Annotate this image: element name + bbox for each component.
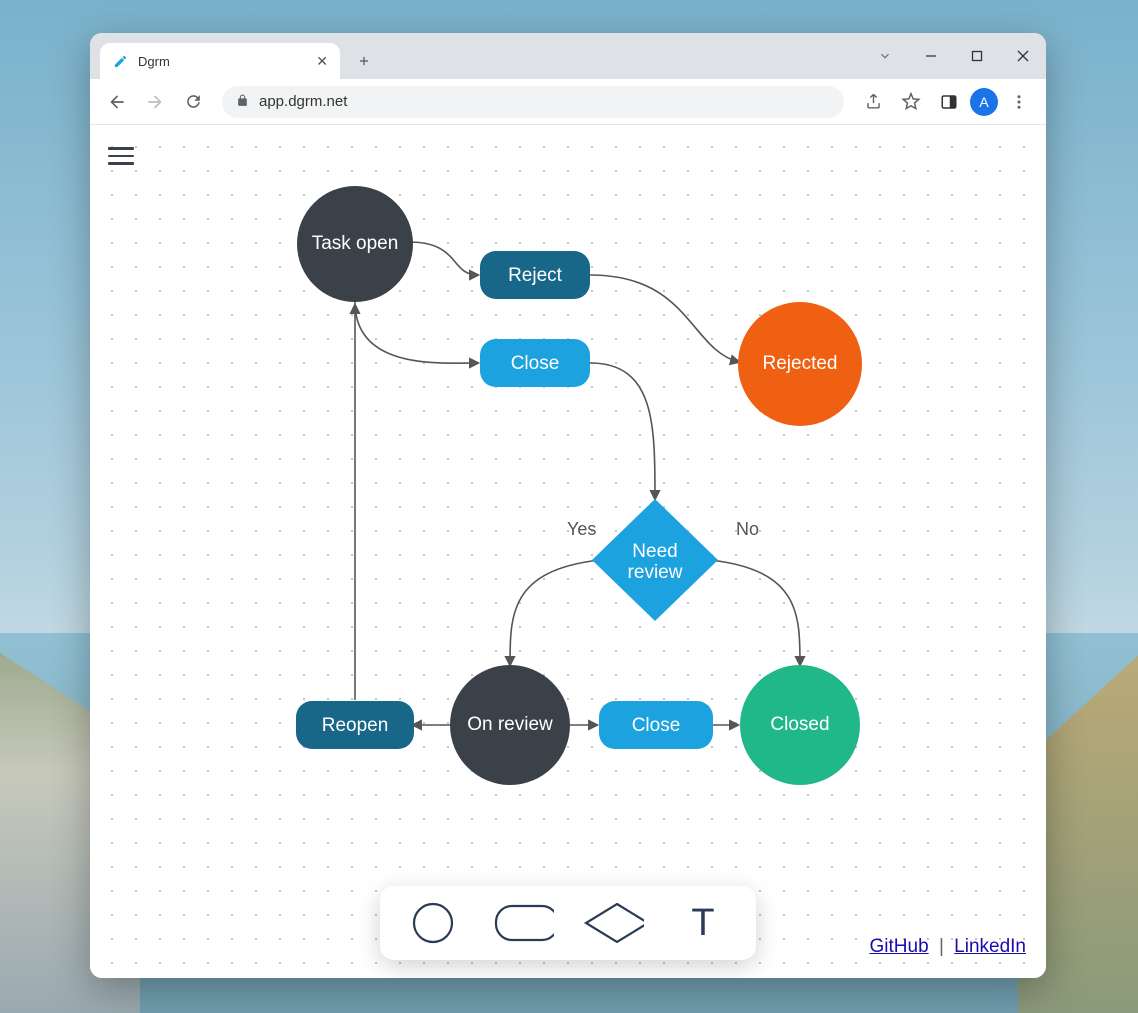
browser-tab[interactable]: Dgrm ✕ (100, 43, 340, 79)
svg-text:Reopen: Reopen (322, 715, 389, 736)
window-controls (862, 33, 1046, 79)
tab-title: Dgrm (138, 54, 170, 69)
diagram-canvas[interactable]: Task open Reject Close Rejected Need rev (90, 125, 1046, 978)
svg-text:T: T (691, 902, 714, 944)
shape-palette: T (380, 886, 756, 960)
flowchart-svg: Task open Reject Close Rejected Need rev (90, 125, 1046, 978)
address-omnibox[interactable]: app.dgrm.net (222, 86, 844, 118)
svg-text:Closed: Closed (770, 714, 829, 735)
node-close-bottom[interactable]: Close (599, 701, 713, 749)
nav-back-button[interactable] (100, 85, 134, 119)
node-closed[interactable]: Closed (740, 665, 860, 785)
svg-text:Need: Need (632, 541, 677, 562)
browser-addressbar: app.dgrm.net A (90, 79, 1046, 125)
node-need-review[interactable]: Need review (592, 499, 718, 621)
link-linkedin[interactable]: LinkedIn (954, 936, 1026, 957)
node-reject[interactable]: Reject (480, 251, 590, 299)
new-tab-button[interactable] (350, 47, 378, 75)
side-panel-icon[interactable] (932, 85, 966, 119)
window-close-icon[interactable] (1000, 33, 1046, 79)
nav-forward-button[interactable] (138, 85, 172, 119)
node-rejected[interactable]: Rejected (738, 302, 862, 426)
window-dropdown-icon[interactable] (862, 33, 908, 79)
avatar-letter: A (979, 94, 988, 110)
edge-needreview-closed[interactable] (710, 560, 800, 665)
svg-text:Reject: Reject (508, 265, 563, 286)
svg-text:review: review (628, 562, 683, 583)
svg-text:Close: Close (632, 715, 681, 736)
node-reopen[interactable]: Reopen (296, 701, 414, 749)
profile-avatar[interactable]: A (970, 88, 998, 116)
label-yes: Yes (567, 519, 596, 539)
svg-text:On review: On review (467, 714, 553, 735)
svg-text:Rejected: Rejected (763, 353, 838, 374)
palette-rhombus[interactable] (582, 900, 644, 946)
browser-window: Dgrm ✕ app.dgrm.net A (90, 33, 1046, 978)
label-no: No (736, 519, 759, 539)
edge-reject-rejected[interactable] (590, 275, 739, 362)
edge-close-needreview[interactable] (590, 363, 655, 499)
palette-rounded-rect[interactable] (492, 900, 554, 946)
tab-close-icon[interactable]: ✕ (316, 53, 328, 70)
window-minimize-icon[interactable] (908, 33, 954, 79)
node-task-open[interactable]: Task open (297, 186, 413, 302)
footer-links: GitHub | LinkedIn (870, 936, 1026, 958)
edge-needreview-onreview[interactable] (510, 560, 600, 665)
link-github[interactable]: GitHub (870, 936, 929, 957)
palette-circle[interactable] (402, 900, 464, 946)
svg-text:Task open: Task open (312, 233, 399, 254)
palette-text[interactable]: T (672, 900, 734, 946)
lock-icon (236, 94, 249, 110)
node-on-review[interactable]: On review (450, 665, 570, 785)
window-maximize-icon[interactable] (954, 33, 1000, 79)
edge-taskopen-close[interactable] (355, 302, 478, 363)
kebab-menu-icon[interactable] (1002, 85, 1036, 119)
bookmark-star-icon[interactable] (894, 85, 928, 119)
edge-taskopen-reject[interactable] (409, 242, 478, 275)
tab-favicon-pencil-icon (112, 53, 128, 69)
footer-separator: | (939, 936, 944, 957)
node-close-top[interactable]: Close (480, 339, 590, 387)
share-icon[interactable] (856, 85, 890, 119)
browser-titlebar: Dgrm ✕ (90, 33, 1046, 79)
svg-text:Close: Close (511, 353, 560, 374)
nav-reload-button[interactable] (176, 85, 210, 119)
url-text: app.dgrm.net (259, 93, 347, 110)
